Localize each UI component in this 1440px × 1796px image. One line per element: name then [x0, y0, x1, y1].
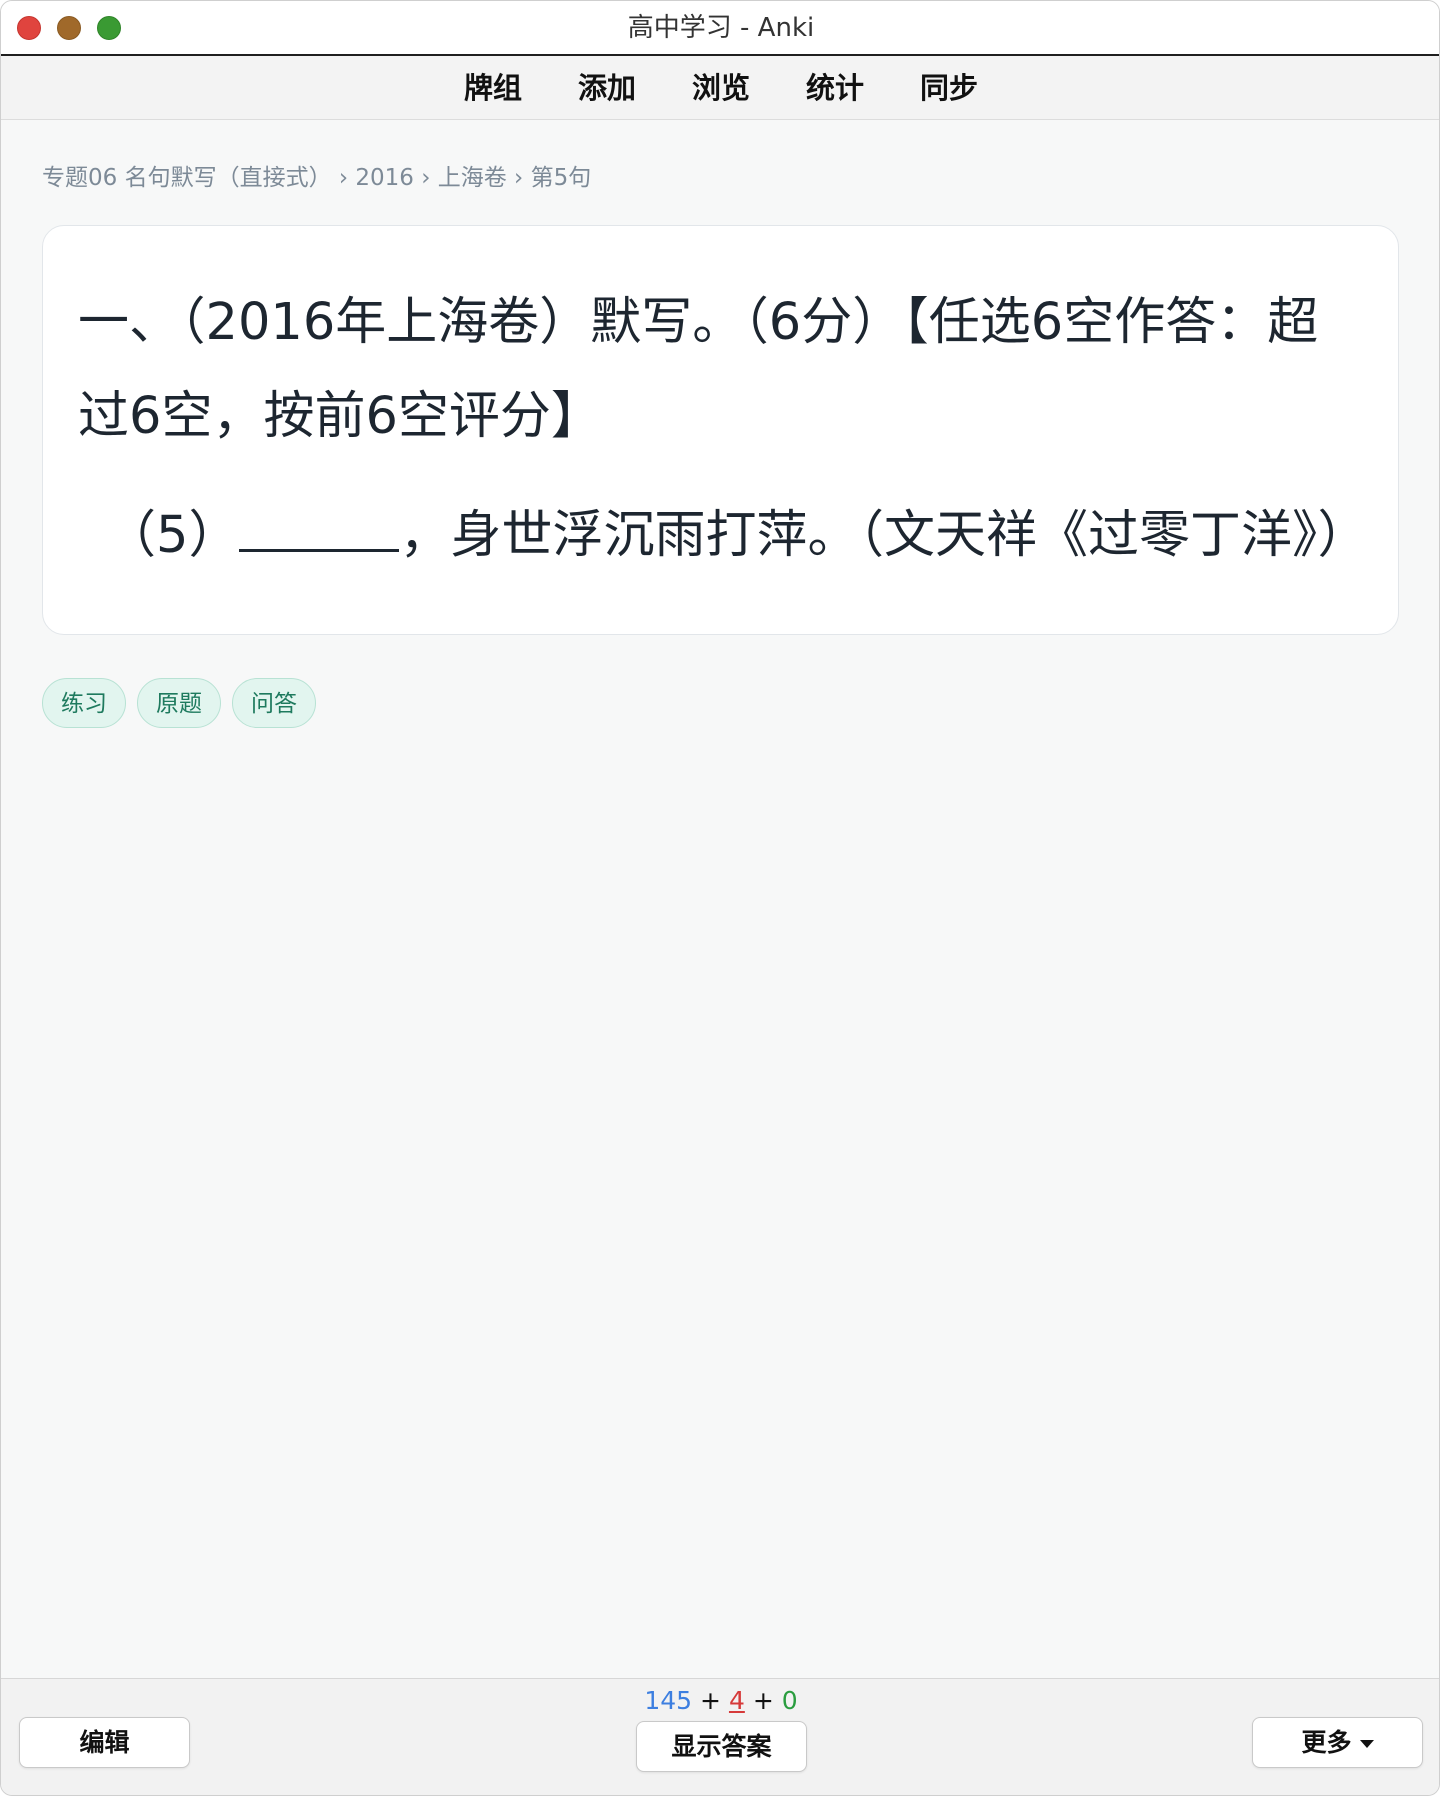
- main-toolbar: 牌组 添加 浏览 统计 同步: [1, 56, 1439, 120]
- toolbar-add[interactable]: 添加: [550, 70, 664, 106]
- toolbar-sync[interactable]: 同步: [892, 70, 1006, 106]
- due-counts: 145 + 4 + 0: [1, 1685, 1439, 1717]
- toolbar-browse[interactable]: 浏览: [664, 70, 778, 106]
- item-suffix: ，身世浮沉雨打萍。（文天祥《过零丁洋》）: [399, 506, 1369, 565]
- count-separator: +: [700, 1686, 721, 1715]
- show-answer-button[interactable]: 显示答案: [636, 1721, 807, 1772]
- count-separator: +: [752, 1686, 774, 1715]
- review-bottom-bar: 编辑 145 + 4 + 0 显示答案 更多: [1, 1678, 1439, 1795]
- toolbar-stats[interactable]: 统计: [778, 70, 892, 106]
- tag-list: 练习 原题 问答: [42, 678, 316, 728]
- anki-window: 高中学习 - Anki 牌组 添加 浏览 统计 同步 专题06 名句默写（直接式…: [0, 0, 1440, 1796]
- tag-original-question: 原题: [137, 678, 221, 728]
- tag-qa: 问答: [232, 678, 316, 728]
- review-count: 0: [781, 1686, 798, 1715]
- question-item: （5） ，身世浮沉雨打萍。（文天祥《过零丁洋》）: [105, 504, 1368, 566]
- edit-button[interactable]: 编辑: [19, 1717, 190, 1768]
- window-title: 高中学习 - Anki: [627, 13, 815, 43]
- item-prefix: （5）: [105, 506, 240, 565]
- question-line-2: 过6空，按前6空评分】: [78, 387, 602, 446]
- question-card: 一、（2016年上海卷）默写。（6分）【任选6空作答：超 过6空，按前6空评分】…: [42, 225, 1399, 635]
- toolbar-decks[interactable]: 牌组: [436, 70, 550, 106]
- more-label: 更多: [1301, 1728, 1352, 1757]
- deck-breadcrumb: 专题06 名句默写（直接式） › 2016 › 上海卷 › 第5句: [42, 165, 592, 191]
- dropdown-caret-icon: [1359, 1740, 1374, 1748]
- learning-count: 4: [728, 1686, 745, 1715]
- new-count: 145: [644, 1686, 693, 1715]
- question-line-1: 一、（2016年上海卷）默写。（6分）【任选6空作答：超: [78, 293, 1319, 352]
- tag-practice: 练习: [42, 678, 126, 728]
- more-button[interactable]: 更多: [1252, 1717, 1423, 1768]
- answer-blank: [239, 504, 400, 552]
- title-bar: 高中学习 - Anki: [1, 1, 1439, 56]
